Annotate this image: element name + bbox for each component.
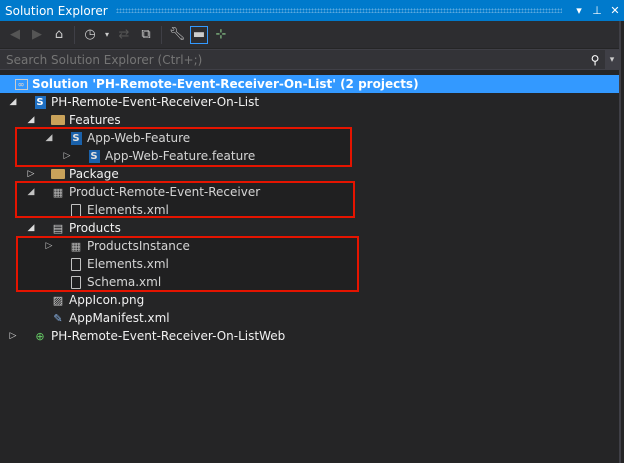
dropdown-icon[interactable]: ▾ <box>570 4 588 17</box>
solution-icon: ∞ <box>13 76 29 92</box>
tree-item-label: Package <box>69 167 119 181</box>
panel-border <box>619 21 621 463</box>
properties-wrench-icon[interactable]: 🔧︎ <box>168 26 186 44</box>
search-input[interactable] <box>0 52 585 67</box>
folder-open-icon <box>50 112 66 128</box>
tree-item-label: AppManifest.xml <box>69 311 170 325</box>
collapse-arrow-icon[interactable]: ◢ <box>25 223 37 233</box>
tree-item-label: AppIcon.png <box>69 293 145 307</box>
tree-item[interactable]: ✎ AppManifest.xml <box>0 309 619 327</box>
tree-item-label: PH-Remote-Event-Receiver-On-ListWeb <box>51 329 286 343</box>
forward-icon[interactable]: ▶ <box>28 26 46 44</box>
tree-item[interactable]: ▷ ⊕ PH-Remote-Event-Receiver-On-ListWeb <box>0 327 619 345</box>
chevron-down-icon[interactable]: ▾ <box>103 26 111 44</box>
search-options-dropdown[interactable]: ▾ <box>605 50 619 69</box>
tree-item-label: Solution 'PH-Remote-Event-Receiver-On-Li… <box>32 77 419 91</box>
highlight-box <box>15 127 352 167</box>
preview-selected-icon[interactable]: ▬ <box>190 25 208 44</box>
drag-grip[interactable] <box>115 8 562 13</box>
expand-arrow-icon[interactable]: ▷ <box>7 331 19 341</box>
tree-item[interactable]: ▨ AppIcon.png <box>0 291 619 309</box>
tree-item[interactable]: ◢ S PH-Remote-Event-Receiver-On-List <box>0 93 619 111</box>
toolbar-separator <box>161 25 162 44</box>
image-icon: ▨ <box>52 293 64 307</box>
list-icon: ▤ <box>52 221 64 235</box>
class-diagram-icon[interactable]: ⊹ <box>212 26 230 44</box>
folder-icon <box>50 166 66 182</box>
manifest-icon: ✎ <box>53 311 63 325</box>
sharepoint-project-icon: S <box>34 95 46 109</box>
collapse-all-icon[interactable]: ⧉ <box>137 26 155 44</box>
toolbar: ◀ ▶ ⌂ ◷ ▾ ⇄ ⧉ 🔧︎ ▬ ⊹ <box>0 21 619 48</box>
tree-item[interactable]: ◢ ▤ Products <box>0 219 619 237</box>
toolbar-separator <box>74 25 75 44</box>
pending-changes-filter-icon[interactable]: ◷ <box>81 26 99 44</box>
collapse-arrow-icon[interactable]: ◢ <box>7 97 19 107</box>
tree-item-label: Features <box>69 113 121 127</box>
title-bar: Solution Explorer ▾ ⊥ ✕ <box>0 0 624 21</box>
search-bar: ⚲ ▾ <box>0 49 619 70</box>
tree-item-label: Products <box>69 221 121 235</box>
close-icon[interactable]: ✕ <box>606 4 624 17</box>
pin-icon[interactable]: ⊥ <box>588 4 606 17</box>
collapse-arrow-icon[interactable]: ◢ <box>25 115 37 125</box>
home-icon[interactable]: ⌂ <box>50 26 68 44</box>
web-project-icon: ⊕ <box>35 329 45 343</box>
back-icon[interactable]: ◀ <box>6 26 24 44</box>
highlight-box <box>15 181 355 218</box>
tree-item-label: PH-Remote-Event-Receiver-On-List <box>51 95 260 109</box>
tree-item[interactable]: ∞ Solution 'PH-Remote-Event-Receiver-On-L… <box>0 75 619 93</box>
expand-arrow-icon[interactable]: ▷ <box>25 169 37 179</box>
panel-title: Solution Explorer <box>5 3 108 18</box>
highlight-box <box>16 236 359 292</box>
search-icon[interactable]: ⚲ <box>585 53 605 67</box>
sync-icon[interactable]: ⇄ <box>115 26 133 44</box>
